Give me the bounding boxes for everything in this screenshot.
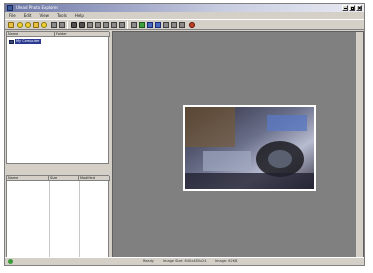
help-icon[interactable] [189, 22, 195, 28]
pane-splitter[interactable] [6, 164, 109, 175]
tree-item-label: My Computer [15, 39, 41, 44]
rotate-left-icon[interactable] [87, 22, 93, 28]
preview-image[interactable] [183, 105, 316, 191]
delete-icon[interactable] [51, 22, 57, 28]
toolbar-separator [127, 21, 128, 29]
left-pane: Name Folder My Computer Name Size Modifi… [6, 31, 110, 258]
column-divider [49, 181, 50, 257]
fullscreen-icon[interactable] [155, 22, 161, 28]
open-folder-icon[interactable] [8, 22, 14, 28]
toolbar-separator [67, 21, 68, 29]
zoom-out-icon[interactable] [79, 22, 85, 28]
computer-icon [9, 39, 14, 44]
settings-icon[interactable] [179, 22, 185, 28]
view-icon[interactable] [147, 22, 153, 28]
file-list[interactable]: Name Size Modified [6, 175, 110, 258]
status-bar: Ready Image Size: 640x480x24 Image: 62KB [5, 257, 364, 265]
minimize-button[interactable] [342, 5, 348, 11]
maximize-button[interactable] [349, 5, 355, 11]
menu-help[interactable]: Help [75, 13, 84, 18]
close-button[interactable] [356, 5, 362, 11]
zoom-in-icon[interactable] [71, 22, 77, 28]
menu-tools[interactable]: Tools [57, 13, 67, 18]
resize-icon[interactable] [119, 22, 125, 28]
slideshow-icon[interactable] [131, 22, 137, 28]
tree-header-folder[interactable]: Folder [55, 32, 110, 37]
browse-icon[interactable] [17, 22, 23, 28]
copy-icon[interactable] [25, 22, 31, 28]
list-header-size[interactable]: Size [49, 176, 79, 181]
toolbar [5, 19, 364, 30]
enhance-icon[interactable] [139, 22, 145, 28]
crop-icon[interactable] [111, 22, 117, 28]
image-viewer[interactable] [112, 31, 364, 258]
list-header-name[interactable]: Name [7, 176, 49, 181]
list-header-modified[interactable]: Modified [79, 176, 110, 181]
window-title: Ulead Photo Explorer [16, 5, 59, 10]
menu-bar: File Edit View Tools Help [5, 12, 364, 19]
email-icon[interactable] [171, 22, 177, 28]
menu-view[interactable]: View [39, 13, 49, 18]
rename-icon[interactable] [41, 22, 47, 28]
preview-photo [185, 107, 314, 189]
folder-tree[interactable]: Name Folder My Computer [6, 31, 110, 164]
flip-icon[interactable] [103, 22, 109, 28]
move-icon[interactable] [33, 22, 39, 28]
viewer-scrollbar[interactable] [356, 32, 363, 257]
status-icon [8, 259, 13, 264]
status-file-size: Image: 62KB [215, 259, 238, 263]
menu-edit[interactable]: Edit [24, 13, 32, 18]
tree-header-name[interactable]: Name [7, 32, 55, 37]
title-bar[interactable]: Ulead Photo Explorer [5, 4, 364, 12]
menu-file[interactable]: File [9, 13, 16, 18]
app-window: Ulead Photo Explorer File Edit View Tool… [4, 3, 365, 266]
properties-icon[interactable] [59, 22, 65, 28]
app-icon [7, 5, 13, 11]
rotate-right-icon[interactable] [95, 22, 101, 28]
status-image-size: Image Size: 640x480x24 [163, 259, 207, 263]
tree-item-my-computer[interactable]: My Computer [9, 39, 41, 44]
print-icon[interactable] [163, 22, 169, 28]
column-divider [79, 181, 80, 257]
status-ready: Ready [143, 259, 154, 263]
